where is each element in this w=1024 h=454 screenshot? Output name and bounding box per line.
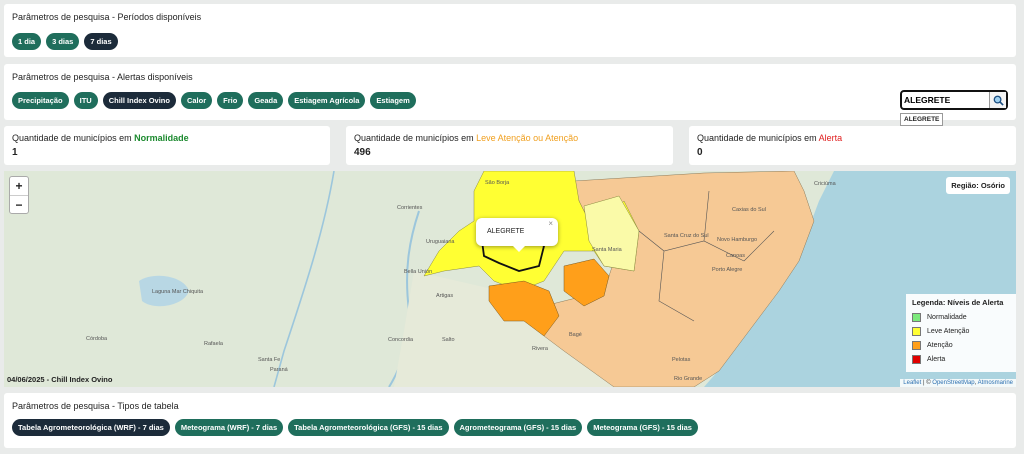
city-label: Criciúma [814,181,836,187]
city-label: Paraná [270,367,288,373]
popup-text: ALEGRETE [487,228,525,235]
stat-label: Quantidade de municípios em Alerta [697,133,843,143]
level-atencao: Leve Atenção ou Atenção [476,133,579,143]
stat-normalidade-card: Quantidade de municípios em Normalidade … [4,126,330,165]
search-icon [993,95,1004,106]
legend-title: Legenda: Níveis de Alerta [912,298,1004,307]
level-alerta: Alerta [818,133,843,143]
search-input[interactable] [904,93,990,107]
popup-tip [512,245,526,252]
period-3-days-button[interactable]: 3 dias [46,33,80,50]
alert-precipitacao-button[interactable]: Precipitação [12,92,69,109]
meteograma-gfs-15-button[interactable]: Meteograma (GFS) - 15 dias [587,419,698,436]
alert-estiagem-agricola-button[interactable]: Estiagem Agrícola [288,92,366,109]
table-gfs-15-button[interactable]: Tabela Agrometeorológica (GFS) - 15 dias [288,419,449,436]
city-label: Canoas [726,253,745,259]
atmosmarine-link[interactable]: Atmosmarine [978,380,1013,386]
city-label: Salto [442,337,455,343]
map-popup: ALEGRETE × [476,218,558,252]
map-caption: 04/06/2025 - Chill Index Ovino [7,375,113,384]
city-label: Artigas [436,293,454,299]
stat-atencao-card: Quantidade de municípios em Leve Atenção… [346,126,673,165]
city-label: Rafaela [204,341,223,347]
municipality-search [900,90,1008,110]
leaflet-link[interactable]: Leaflet [903,380,921,386]
periods-card: Parâmetros de pesquisa - Períodos dispon… [4,4,1016,57]
periods-title: Parâmetros de pesquisa - Períodos dispon… [12,12,202,22]
legend-swatch [912,354,921,364]
region-label: Região: Osório [946,177,1010,194]
stat-alerta-card: Quantidade de municípios em Alerta 0 [689,126,1016,165]
tables-card: Parâmetros de pesquisa - Tipos de tabela… [4,393,1016,448]
city-label: Rivera [532,346,548,352]
alert-frio-button[interactable]: Frio [217,92,244,109]
meteograma-wrf-7-button[interactable]: Meteograma (WRF) - 7 dias [174,419,284,436]
city-label: Santa Cruz do Sul [664,233,709,239]
zoom-out-button[interactable]: − [10,195,28,213]
stat-label: Quantidade de municípios em Leve Atenção… [354,133,579,143]
alert-calor-button[interactable]: Calor [180,92,213,109]
stat-value: 1 [12,147,18,158]
level-normalidade: Normalidade [134,133,189,143]
search-suggestion[interactable]: ALEGRETE [900,113,944,126]
map-attribution: Leaflet | © OpenStreetMap, Atmosmarine [900,379,1016,387]
city-label: Concordia [388,337,414,343]
city-label: Santa Maria [592,247,622,253]
alert-geada-button[interactable]: Geada [248,92,284,109]
search-button[interactable] [989,92,1006,108]
alert-estiagem-button[interactable]: Estiagem [370,92,416,109]
stat-label: Quantidade de municípios em Normalidade [12,133,189,143]
legend-item: Normalidade [912,310,1010,324]
stat-value: 496 [354,147,371,158]
alert-map[interactable]: Santa Fe Córdoba Rafaela Paraná Concordi… [4,171,1016,387]
table-wrf-7-button[interactable]: Tabela Agrometeorológica (WRF) - 7 dias [12,419,170,436]
stat-value: 0 [697,147,703,158]
period-7-days-button[interactable]: 7 dias [84,33,118,50]
city-label: São Borja [485,180,510,186]
legend-item: Leve Atenção [912,324,1010,338]
city-label: Córdoba [86,336,108,342]
alert-chill-index-ovino-button[interactable]: Chill Index Ovino [102,92,176,109]
alerts-title: Parâmetros de pesquisa - Alertas disponí… [12,72,193,82]
alert-legend: Legenda: Níveis de Alerta Normalidade Le… [906,294,1016,372]
period-1-day-button[interactable]: 1 dia [12,33,42,50]
city-label: Bagé [569,332,582,338]
osm-link[interactable]: OpenStreetMap [932,380,974,386]
city-label: Santa Fe [258,357,281,363]
city-label: Rio Grande [674,376,703,382]
city-label: Corrientes [397,205,423,211]
city-label: Novo Hamburgo [717,237,758,243]
city-label: Bella Unión [404,269,433,275]
city-label: Uruguaiana [426,239,455,245]
alert-itu-button[interactable]: ITU [73,92,98,109]
tables-title: Parâmetros de pesquisa - Tipos de tabela [12,401,179,411]
legend-item: Alerta [912,352,1010,366]
legend-item: Atenção [912,338,1010,352]
map-canvas [139,171,1016,387]
alerts-card: Parâmetros de pesquisa - Alertas disponí… [4,64,1016,120]
legend-swatch [912,340,921,350]
parana-river [273,171,335,387]
city-label: Laguna Mar Chiquita [152,289,204,295]
legend-swatch [912,312,921,322]
city-label: Caxias do Sul [732,207,766,213]
zoom-control: + − [9,176,29,214]
city-label: Porto Alegre [712,267,743,273]
city-label: Pelotas [672,357,691,363]
zoom-in-button[interactable]: + [10,177,28,195]
legend-swatch [912,326,921,336]
agrometeograma-gfs-15-button[interactable]: Agrometeograma (GFS) - 15 dias [453,419,583,436]
popup-close-icon[interactable]: × [548,219,553,228]
